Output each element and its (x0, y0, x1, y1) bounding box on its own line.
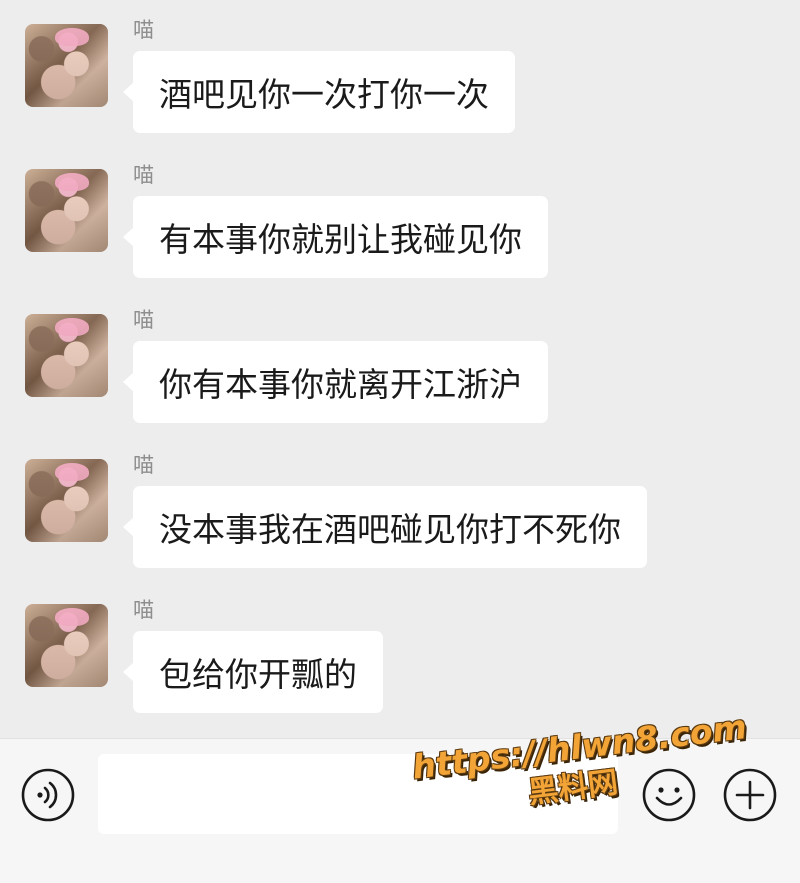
plus-circle-icon (723, 768, 777, 822)
sender-name: 喵 (133, 163, 154, 187)
voice-button[interactable] (20, 767, 76, 823)
message-bubble[interactable]: 你有本事你就离开江浙沪 (123, 341, 548, 423)
message-bubble[interactable]: 没本事我在酒吧碰见你打不死你 (123, 486, 647, 568)
message-bubble[interactable]: 有本事你就别让我碰见你 (123, 196, 548, 278)
message-row: 喵 没本事我在酒吧碰见你打不死你 (0, 435, 800, 580)
add-button[interactable] (722, 767, 778, 823)
message-row: 喵 你有本事你就离开江浙沪 (0, 290, 800, 435)
sender-name: 喵 (133, 453, 154, 477)
emoji-button[interactable] (641, 767, 697, 823)
chat-input-bar (0, 738, 800, 883)
sender-name: 喵 (133, 18, 154, 42)
sender-avatar[interactable] (25, 604, 108, 687)
chat-message-list[interactable]: 喵 酒吧见你一次打你一次 喵 有本事你就别让我碰见你 喵 你有本事你就离开江浙沪… (0, 0, 800, 738)
sender-avatar[interactable] (25, 169, 108, 252)
sender-name: 喵 (133, 598, 154, 622)
emoji-icon (642, 768, 696, 822)
message-input[interactable] (98, 754, 618, 834)
sender-name: 喵 (133, 308, 154, 332)
voice-icon (21, 768, 75, 822)
sender-avatar[interactable] (25, 459, 108, 542)
message-row: 喵 酒吧见你一次打你一次 (0, 0, 800, 145)
sender-avatar[interactable] (25, 24, 108, 107)
message-bubble[interactable]: 酒吧见你一次打你一次 (123, 51, 515, 133)
message-bubble[interactable]: 包给你开瓢的 (123, 631, 383, 713)
message-row: 喵 有本事你就别让我碰见你 (0, 145, 800, 290)
message-row: 喵 包给你开瓢的 (0, 580, 800, 725)
sender-avatar[interactable] (25, 314, 108, 397)
